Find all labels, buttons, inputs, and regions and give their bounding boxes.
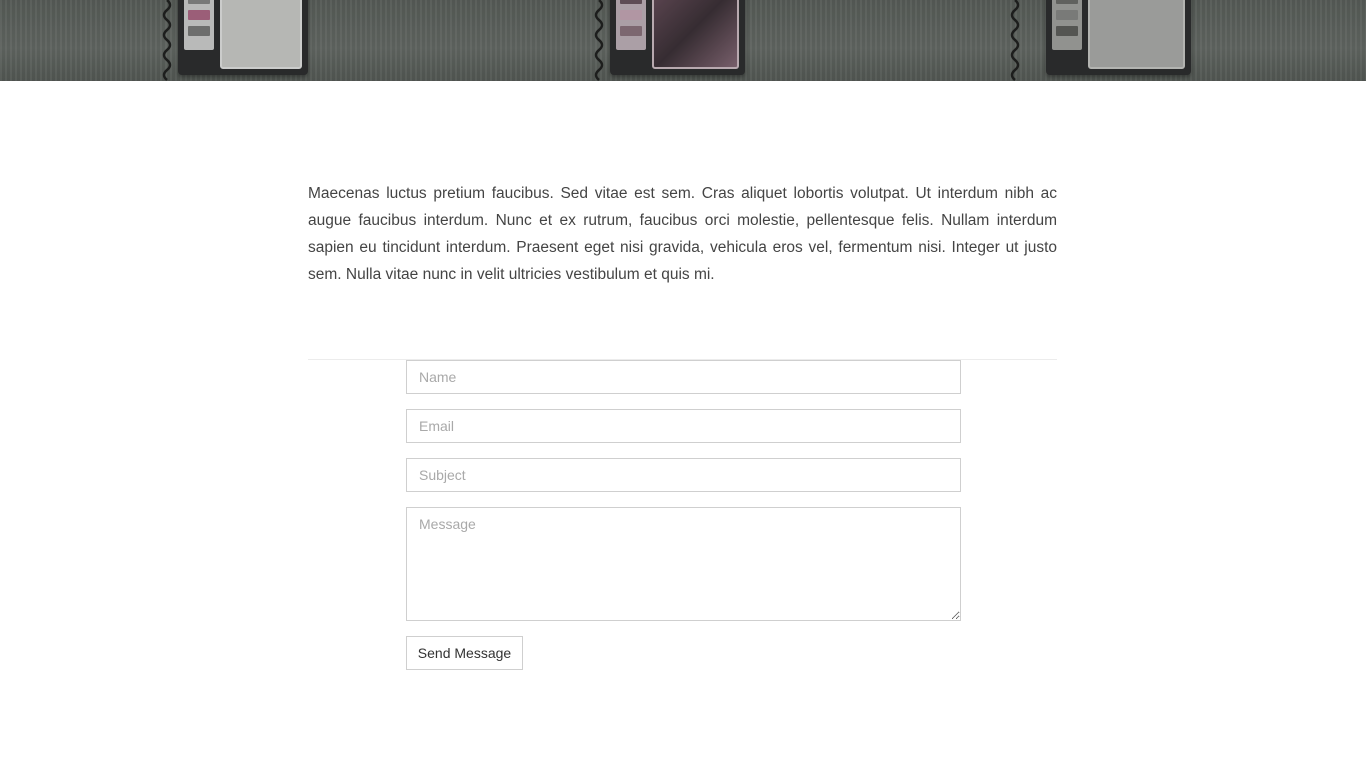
subject-field[interactable]: [406, 458, 961, 492]
send-message-button[interactable]: Send Message: [406, 636, 523, 670]
intro-section: Maecenas luctus pretium faucibus. Sed vi…: [308, 180, 1057, 288]
email-field[interactable]: [406, 409, 961, 443]
name-field[interactable]: [406, 360, 961, 394]
message-field[interactable]: [406, 507, 961, 621]
hero-image: [0, 0, 1366, 81]
intro-paragraph: Maecenas luctus pretium faucibus. Sed vi…: [308, 185, 1057, 283]
